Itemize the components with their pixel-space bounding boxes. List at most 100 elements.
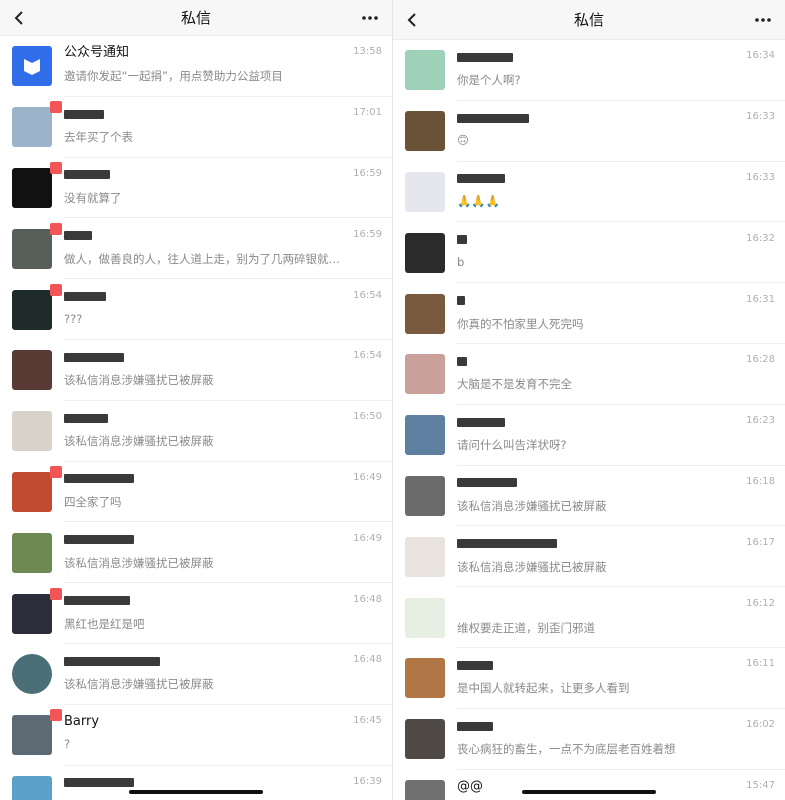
message-item[interactable]: 你是个人啊? 16:34 (393, 40, 785, 101)
redacted-name (64, 656, 160, 666)
timestamp: 16:11 (746, 658, 775, 670)
message-preview: 🙃 (457, 133, 469, 148)
avatar (12, 654, 52, 695)
message-preview: 你真的不怕家里人死完吗 (457, 316, 584, 331)
message-item[interactable]: 该私信消息涉嫌骚扰已被屏蔽 16:49 (0, 522, 392, 583)
message-preview: ??? (64, 311, 83, 326)
message-preview: 邀请你发起“一起捐”，用点赞助力公益项目 (64, 69, 283, 84)
more-icon[interactable] (753, 12, 773, 28)
message-preview: 该私信消息涉嫌骚扰已被屏蔽 (64, 373, 214, 388)
message-preview: 没有就算了 (64, 190, 122, 205)
redacted-name (64, 231, 92, 241)
message-preview: 🙏🙏🙏 (457, 193, 500, 208)
message-item[interactable]: 请问什么叫告洋状呀? 16:23 (393, 405, 785, 466)
timestamp: 16:54 (353, 350, 382, 362)
message-preview: 四全家了吗 (64, 494, 122, 509)
message-item[interactable]: Barry ? 16:45 (0, 705, 392, 766)
back-icon[interactable] (405, 12, 421, 28)
timestamp: 16:17 (746, 536, 775, 548)
message-item[interactable]: 没有就算了 16:59 (0, 158, 392, 219)
avatar (405, 171, 445, 212)
timestamp: 16:48 (353, 593, 382, 605)
timestamp: 16:39 (353, 775, 382, 787)
timestamp: 16:59 (353, 228, 382, 240)
message-preview: 做人，做善良的人，往人道上走，别为了几两碎银就出卖… (64, 251, 363, 266)
right-screen: 私信 你是个人啊? 16:34 🙃 16:33 🙏🙏🙏 16:33 b 16:3… (393, 0, 785, 800)
header: 私信 (393, 0, 785, 40)
message-item[interactable]: 该私信消息涉嫌骚扰已被屏蔽 16:48 (0, 644, 392, 705)
page-title: 私信 (573, 11, 605, 29)
message-preview: 黑红也是红是吧 (64, 616, 145, 631)
notification-icon (24, 59, 40, 76)
left-screen: 私信 公众号通知 邀请你发起“一起捐”，用点赞助力公益项目 13:58 去年买了… (0, 0, 392, 800)
redacted-name (457, 174, 505, 184)
timestamp: 16:54 (353, 289, 382, 301)
message-item[interactable]: 做人，做善良的人，往人道上走，别为了几两碎银就出卖… 16:59 (0, 218, 392, 279)
message-preview: 该私信消息涉嫌骚扰已被屏蔽 (64, 555, 214, 570)
avatar (405, 597, 445, 638)
unread-badge (50, 587, 62, 600)
header: 私信 (0, 0, 392, 36)
message-item[interactable]: 该私信消息涉嫌骚扰已被屏蔽 16:18 (393, 466, 785, 527)
message-item[interactable]: 四全家了吗 16:49 (0, 462, 392, 523)
timestamp: 16:34 (746, 50, 775, 62)
home-indicator[interactable] (522, 790, 656, 794)
sender-name: 公众号通知 (64, 45, 130, 61)
avatar (405, 719, 445, 760)
redacted-name (457, 660, 493, 670)
timestamp: 16:49 (353, 471, 382, 483)
avatar (12, 465, 62, 512)
avatar (405, 293, 445, 334)
avatar (405, 475, 445, 516)
message-preview: b (457, 254, 465, 269)
avatar (12, 101, 62, 148)
message-preview: 该私信消息涉嫌骚扰已被屏蔽 (64, 434, 214, 449)
avatar (12, 283, 62, 330)
timestamp: 16:59 (353, 167, 382, 179)
timestamp: 16:18 (746, 475, 775, 487)
message-item[interactable]: 黑红也是红是吧 16:48 (0, 583, 392, 644)
unread-badge (50, 283, 62, 296)
message-item[interactable]: 16:39 (0, 766, 392, 800)
more-icon[interactable] (360, 10, 380, 26)
message-item[interactable]: 该私信消息涉嫌骚扰已被屏蔽 16:54 (0, 340, 392, 401)
redacted-name (457, 235, 467, 245)
avatar (12, 350, 52, 391)
message-item[interactable]: 丧心病狂的畜生，一点不为底层老百姓着想 16:02 (393, 709, 785, 770)
message-preview: ? (64, 737, 71, 752)
message-list: 公众号通知 邀请你发起“一起捐”，用点赞助力公益项目 13:58 去年买了个表 … (0, 36, 392, 800)
avatar (405, 536, 445, 577)
message-item[interactable]: 🙏🙏🙏 16:33 (393, 162, 785, 223)
home-indicator[interactable] (129, 790, 263, 794)
avatar (405, 658, 445, 699)
timestamp: 16:12 (746, 597, 775, 609)
message-item[interactable]: 维权要走正道，别歪门邪道 16:12 (393, 587, 785, 648)
redacted-name (457, 296, 465, 306)
unread-badge (50, 222, 62, 235)
timestamp: 16:31 (746, 293, 775, 305)
message-preview: 该私信消息涉嫌骚扰已被屏蔽 (457, 559, 607, 574)
page-title: 私信 (180, 9, 212, 27)
message-preview: 请问什么叫告洋状呀? (457, 438, 567, 453)
message-item[interactable]: 该私信消息涉嫌骚扰已被屏蔽 16:17 (393, 526, 785, 587)
avatar (12, 587, 62, 634)
message-item[interactable]: ??? 16:54 (0, 279, 392, 340)
timestamp: 16:49 (353, 532, 382, 544)
message-item[interactable]: b 16:32 (393, 222, 785, 283)
back-icon[interactable] (12, 10, 28, 26)
unread-badge (50, 161, 62, 174)
redacted-name (457, 356, 467, 366)
timestamp: 16:33 (746, 171, 775, 183)
redacted-name (64, 474, 134, 484)
message-item[interactable]: 你真的不怕家里人死完吗 16:31 (393, 283, 785, 344)
message-item[interactable]: 是中国人就转起来，让更多人看到 16:11 (393, 648, 785, 709)
message-item[interactable]: 大脑是不是发育不完全 16:28 (393, 344, 785, 405)
avatar (12, 222, 62, 269)
message-item[interactable]: @@ 15:47 (393, 770, 785, 800)
avatar (12, 411, 52, 452)
message-item[interactable]: 该私信消息涉嫌骚扰已被屏蔽 16:50 (0, 401, 392, 462)
avatar (405, 415, 445, 456)
message-item[interactable]: 去年买了个表 17:01 (0, 97, 392, 158)
message-item[interactable]: 公众号通知 邀请你发起“一起捐”，用点赞助力公益项目 13:58 (0, 36, 392, 97)
message-item[interactable]: 🙃 16:33 (393, 101, 785, 162)
